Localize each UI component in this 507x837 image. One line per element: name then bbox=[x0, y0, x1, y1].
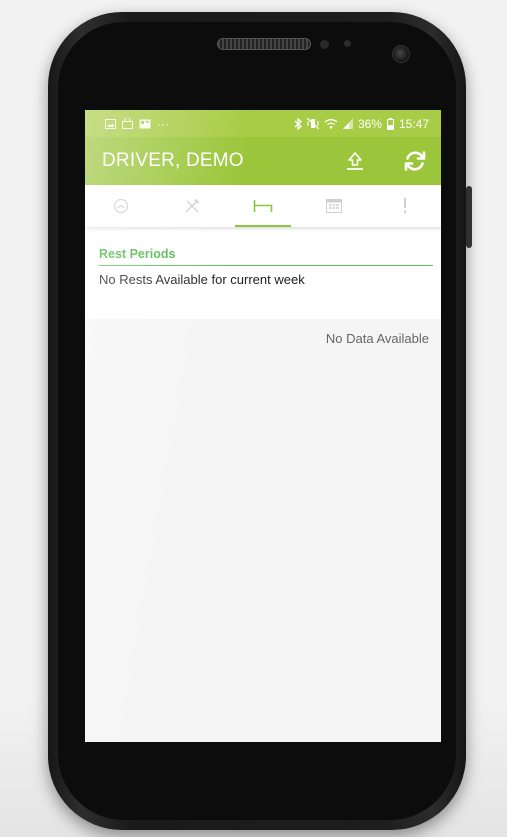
empty-rests-message: No Rests Available for current week bbox=[85, 266, 441, 296]
light-sensor bbox=[344, 40, 351, 47]
front-camera bbox=[392, 45, 410, 63]
calendar-icon bbox=[326, 199, 343, 213]
device-screen: ··· 36% 15:47 DRIVER, DEMO Rest Periods … bbox=[85, 110, 441, 742]
page-title: DRIVER, DEMO bbox=[102, 150, 244, 171]
signal-icon bbox=[342, 118, 353, 129]
tools-icon bbox=[185, 198, 200, 213]
data-panel: No Data Available bbox=[85, 319, 441, 742]
vibrate-mute-icon bbox=[306, 118, 319, 129]
tab-driving[interactable] bbox=[85, 185, 156, 227]
notification-icons: ··· bbox=[105, 117, 169, 131]
tab-bar bbox=[85, 185, 441, 227]
power-button bbox=[466, 186, 472, 248]
no-data-message: No Data Available bbox=[325, 331, 429, 346]
sync-icon bbox=[404, 151, 426, 171]
bluetooth-icon bbox=[294, 117, 302, 130]
clock: 15:47 bbox=[398, 116, 429, 131]
sync-button[interactable] bbox=[401, 149, 429, 173]
status-indicators: 36% 15:47 bbox=[294, 117, 429, 131]
battery-percent: 36% bbox=[357, 116, 382, 131]
status-bar: ··· 36% 15:47 bbox=[85, 110, 441, 137]
tab-calendar[interactable] bbox=[299, 185, 370, 227]
alert-icon bbox=[404, 198, 407, 213]
image-icon bbox=[105, 118, 116, 129]
bag-icon bbox=[122, 118, 133, 129]
battery-icon bbox=[386, 117, 394, 130]
tab-rest[interactable] bbox=[227, 185, 298, 227]
cast-icon bbox=[139, 119, 151, 128]
speaker-grille bbox=[217, 38, 311, 50]
section-title: Rest Periods bbox=[99, 247, 433, 266]
more-notifications: ··· bbox=[157, 116, 169, 131]
proximity-sensor bbox=[320, 40, 329, 49]
bed-icon bbox=[253, 200, 273, 212]
wifi-icon bbox=[324, 119, 338, 129]
tab-work[interactable] bbox=[156, 185, 227, 227]
tab-alerts[interactable] bbox=[370, 185, 441, 227]
upload-icon bbox=[347, 152, 363, 170]
gauge-icon bbox=[113, 198, 128, 214]
app-bar: DRIVER, DEMO bbox=[85, 137, 441, 185]
upload-button[interactable] bbox=[341, 149, 369, 173]
